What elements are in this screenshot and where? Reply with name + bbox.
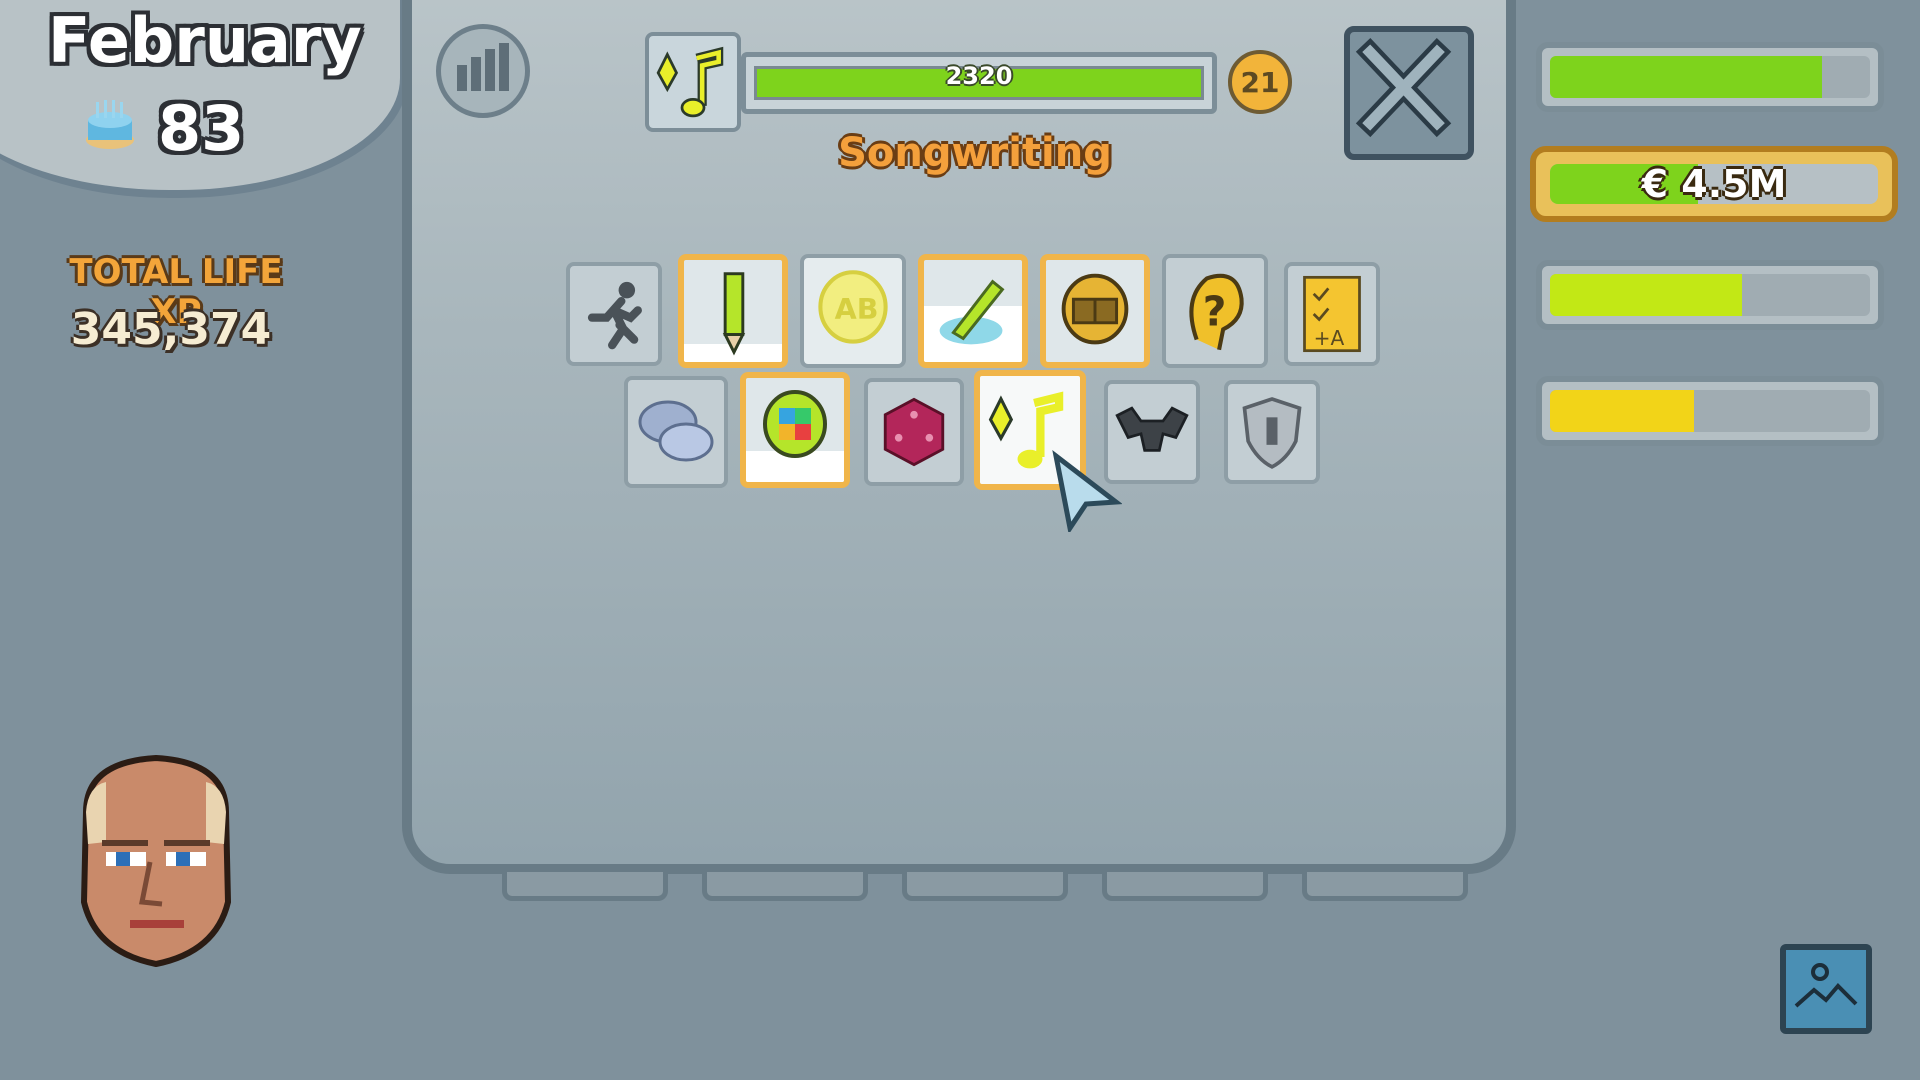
svg-text:+A: +A [1314,326,1345,350]
stats-button[interactable] [436,24,530,118]
pencil-icon [722,272,746,356]
shield-icon [1242,397,1302,469]
panel-tab-5[interactable] [1302,872,1468,901]
skill-tile-defense[interactable] [1224,380,1320,484]
money-bar: € 4.5M [1530,146,1898,222]
panel-tab-2[interactable] [702,872,868,901]
gallery-button[interactable] [1780,944,1872,1034]
paintbrush-icon [939,279,1005,345]
skill-tile-intelligence[interactable] [740,372,850,488]
skill-tile-academics[interactable]: +A [1284,262,1380,366]
skill-tile-writing[interactable] [678,254,788,368]
skill-tile-linguistics[interactable]: AB [800,254,906,368]
skill-tile-knowledge[interactable] [1040,254,1150,368]
skill-tile-social[interactable] [624,376,728,488]
selected-skill-icon [645,32,741,132]
svg-text:AB: AB [835,293,879,326]
skill-tile-fitness[interactable] [566,262,662,366]
running-person-icon [587,281,642,350]
total-life-xp-value: 345,374 [70,304,272,355]
happiness-bar [1536,260,1884,330]
picture-icon [1794,963,1858,1008]
age-value: 83 [158,92,245,165]
dice-icon [883,397,945,467]
svg-text:?: ? [1203,287,1227,335]
skill-xp-bar: 2320 [741,52,1217,114]
health-bar-fill [1550,56,1822,98]
pointer-cursor [1052,450,1122,532]
checklist-icon: +A [1303,275,1361,353]
skill-xp-value: 2320 [945,62,1013,90]
skill-tile-curiosity[interactable]: ? [1162,254,1268,368]
skill-tile-art[interactable] [918,254,1028,368]
panel-tab-3[interactable] [902,872,1068,901]
money-value: € 4.5M [1641,162,1787,206]
skill-name-title: Songwriting [838,130,1112,176]
energy-bar [1536,376,1884,446]
book-head-icon [1061,273,1129,345]
energy-bar-fill [1550,390,1694,432]
happiness-bar-fill [1550,274,1742,316]
skill-tile-luck[interactable] [864,378,964,486]
panel-tab-4[interactable] [1102,872,1268,901]
skill-level-badge: 21 [1228,50,1292,114]
panel-tab-1[interactable] [502,872,668,901]
puzzle-brain-icon [763,390,827,458]
stats-bar-icon [457,65,467,91]
close-button[interactable] [1344,26,1474,160]
close-icon [1355,38,1452,138]
music-note-icon [656,46,724,118]
character-portrait[interactable] [66,752,246,968]
chat-bubbles-icon [638,400,714,462]
health-bar [1536,42,1884,112]
birthday-cake-icon [86,100,134,149]
question-ear-icon: ? [1189,273,1244,351]
ab-head-icon: AB [818,270,888,344]
month-label: February [48,4,362,77]
